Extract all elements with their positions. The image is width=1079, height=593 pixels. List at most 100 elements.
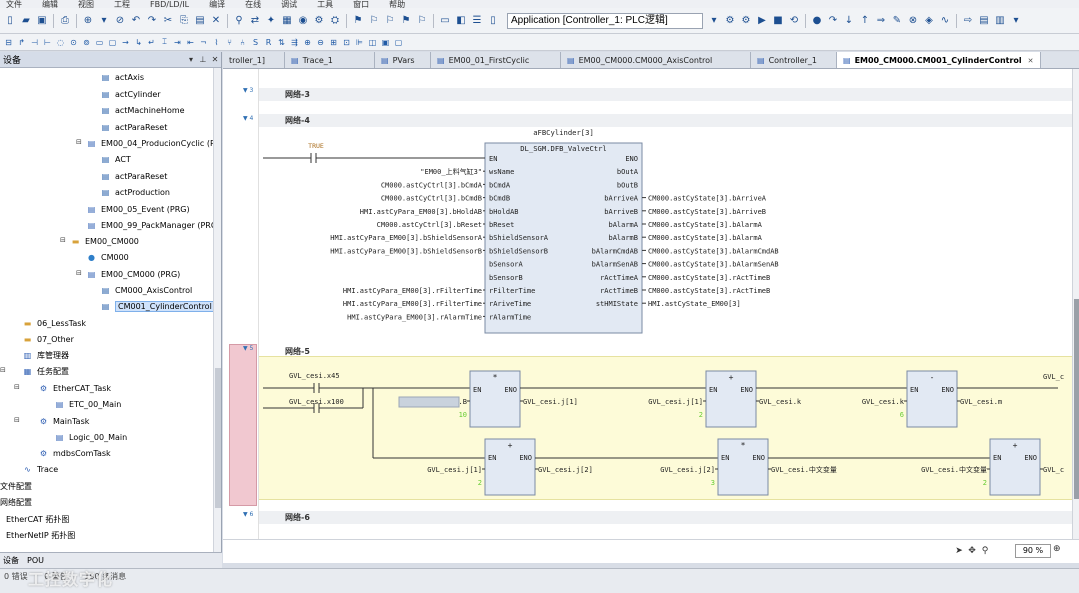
split-icon[interactable]: ◧ <box>454 14 468 28</box>
window-icon[interactable]: ▭ <box>438 14 452 28</box>
watch-icon[interactable]: ◉ <box>296 14 310 28</box>
props-icon[interactable]: ⊡ <box>341 37 352 48</box>
error-count[interactable]: 0 错误 <box>4 572 28 581</box>
fb-input-variable[interactable]: HMI.astCyPara_EM00[3].rFilterTime <box>343 287 482 295</box>
block-icon[interactable]: ▣ <box>380 37 391 48</box>
reset-icon[interactable]: ⟲ <box>787 14 801 28</box>
fb-output-variable[interactable]: HMI.astCyState_EM00[3] <box>648 300 741 308</box>
collapse-icon[interactable]: ⊟ <box>60 236 66 244</box>
fb-input-variable[interactable]: CM000.astCyCtrl[3].bCmdB <box>381 195 482 203</box>
set-coil-icon[interactable]: ⊙ <box>68 37 79 48</box>
contact-variable[interactable]: GVL_cesi.x45 <box>289 372 340 380</box>
fb-output-variable[interactable]: CM000.astCyState[3].rActTimeB <box>648 287 770 295</box>
fb-input-variable[interactable]: HMI.astCyPara_EM00[3].bShieldSensorA <box>330 234 483 242</box>
contact-icon[interactable]: ⊣ <box>29 37 40 48</box>
document-icon[interactable]: ▯ <box>486 14 500 28</box>
tree-item[interactable]: ▬ 06_LessTask <box>22 315 86 331</box>
zoom-icon[interactable]: ⊕ <box>1053 544 1065 558</box>
output-icon[interactable]: ⇤ <box>185 37 196 48</box>
block-input-variable[interactable]: GVL_cesi.j[1] <box>648 398 703 406</box>
align-icon[interactable]: ⇶ <box>289 37 300 48</box>
step-over-icon[interactable]: ↷ <box>826 14 840 28</box>
set-icon[interactable]: S <box>250 37 261 48</box>
tree-item[interactable]: ▤ EM00_05_Event (PRG) <box>86 201 190 217</box>
editor-tab[interactable]: ▤ Trace_1 <box>285 52 375 68</box>
find-icon[interactable]: ⚲ <box>232 14 246 28</box>
zoom-level[interactable]: 90 % <box>1015 544 1051 558</box>
toggle-icon[interactable]: ⇅ <box>276 37 287 48</box>
zoom-in-icon[interactable]: ⊕ <box>302 37 313 48</box>
block-input-constant[interactable]: 2 <box>478 479 482 487</box>
tree-item[interactable]: ▤ actParaReset <box>100 168 168 184</box>
flag-prev-icon[interactable]: ⚐ <box>383 14 397 28</box>
magnifier-icon[interactable]: ⚲ <box>979 545 991 557</box>
tree-item[interactable]: ▤ CM001_CylinderControl <box>100 298 215 314</box>
stop-run-icon[interactable]: ■ <box>771 14 785 28</box>
breakpoint-icon[interactable]: ● <box>810 14 824 28</box>
tab-pou[interactable]: POU <box>27 556 44 565</box>
application-selector[interactable]: Application [Controller_1: PLC逻辑] <box>507 12 703 29</box>
copy-icon[interactable]: ⎘ <box>177 14 191 28</box>
contact-variable[interactable]: GVL_cesi.x100 <box>289 398 344 406</box>
block-input-constant[interactable]: 2 <box>983 479 987 487</box>
collapse-icon[interactable]: ⊟ <box>76 269 82 277</box>
tree-item[interactable]: ▤ actParaReset <box>100 119 168 135</box>
tree-item[interactable]: ▤ Logic_00_Main <box>54 429 127 445</box>
devices-scrollbar[interactable] <box>213 68 221 552</box>
reset-flag-icon[interactable]: R <box>263 37 274 48</box>
library-icon[interactable]: ▥ <box>993 14 1007 28</box>
rebuild-icon[interactable]: ⛭ <box>328 14 342 28</box>
undo-icon[interactable]: ↶ <box>129 14 143 28</box>
tree-item[interactable]: ▥ 库管理器 <box>22 347 69 363</box>
fb-input-variable[interactable]: HMI.astCyPara_EM00[3].bShieldSensorB <box>330 247 482 255</box>
tree-item[interactable]: ▤ actAxis <box>100 69 144 85</box>
chevron-down-icon[interactable]: ▾ <box>707 14 721 28</box>
forward-icon[interactable]: ⇨ <box>961 14 975 28</box>
tree-item[interactable]: ▤ actCylinder <box>100 86 161 102</box>
fb-input-variable[interactable]: CM000.astCyCtrl[3].bReset <box>377 221 482 229</box>
fit-icon[interactable]: ⊞ <box>328 37 339 48</box>
frame-icon[interactable]: ▢ <box>393 37 404 48</box>
flag-icon[interactable]: ⚑ <box>351 14 365 28</box>
step-into-icon[interactable]: ↓ <box>842 14 856 28</box>
tree-item[interactable]: ▤ actProduction <box>100 184 170 200</box>
block-input-constant[interactable]: 10 <box>459 411 467 419</box>
block-output-variable[interactable]: GVL_c <box>1043 466 1064 474</box>
tree-item[interactable]: ▤ actMachineHome <box>100 102 185 118</box>
tree-item[interactable]: EtherCAT 拓扑图 <box>6 511 69 527</box>
editor-tab[interactable]: troller_1] <box>223 52 285 68</box>
tree-item[interactable]: ⚙ mdbsComTask <box>38 445 111 461</box>
editor-tab[interactable]: ▤ EM00_01_FirstCyclic <box>431 52 561 68</box>
flag-next-icon[interactable]: ⚐ <box>367 14 381 28</box>
jump-icon[interactable]: ↳ <box>133 37 144 48</box>
block-output-variable[interactable]: GVL_cesi.m <box>960 398 1002 406</box>
fb-output-variable[interactable]: CM000.astCyState[3].bAlarmA <box>648 234 763 242</box>
new-file-icon[interactable]: ▯ <box>3 14 17 28</box>
step-out-icon[interactable]: ↑ <box>858 14 872 28</box>
more-icon[interactable]: ▾ <box>1009 14 1023 28</box>
run-icon[interactable]: ▶ <box>755 14 769 28</box>
unforce-icon[interactable]: ⊗ <box>906 14 920 28</box>
block-input-constant[interactable]: 2 <box>699 411 703 419</box>
build-icon[interactable]: ⚙ <box>312 14 326 28</box>
fb-output-variable[interactable]: CM000.astCyState[3].bAlarmSenAB <box>648 261 779 269</box>
assign-icon[interactable]: → <box>120 37 131 48</box>
box-en-icon[interactable]: ▢ <box>107 37 118 48</box>
editor-scrollbar[interactable] <box>1072 69 1079 539</box>
pointer-icon[interactable]: ➤ <box>953 545 965 557</box>
tree-item[interactable]: 网络配置 <box>0 494 32 510</box>
tree-item[interactable]: ▤ ETC_00_Main <box>54 396 122 412</box>
collapse-icon[interactable]: ⊟ <box>76 138 82 146</box>
editor-tab[interactable]: ▤ PVars <box>375 52 431 68</box>
block-input-constant[interactable]: 6 <box>900 411 904 419</box>
tree-item[interactable]: ▬ EM00_CM000 <box>70 233 139 249</box>
close-icon[interactable]: ✕ <box>1028 57 1034 65</box>
save-icon[interactable]: ▣ <box>35 14 49 28</box>
chevron-down-icon[interactable]: ▾ <box>185 55 197 64</box>
editor-tab[interactable]: ▤ EM00_CM000.CM001_CylinderControl ✕ <box>837 52 1041 68</box>
parallel-contact-icon[interactable]: ⊢ <box>42 37 53 48</box>
tree-item[interactable]: ▤ EM00_99_PackManager (PRG) <box>86 217 220 233</box>
block-input-constant[interactable]: 3 <box>711 479 715 487</box>
scroll-thumb[interactable] <box>215 368 221 508</box>
scroll-thumb[interactable] <box>1074 299 1079 499</box>
